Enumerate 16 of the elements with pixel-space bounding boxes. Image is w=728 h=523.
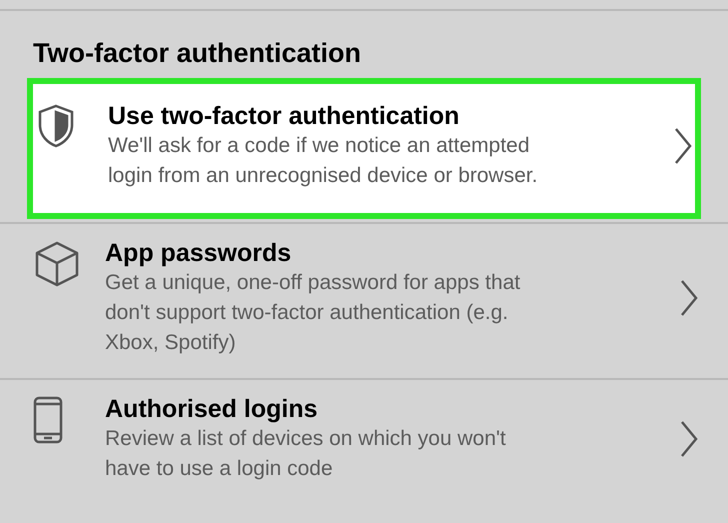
chevron-icon (679, 278, 699, 318)
settings-row[interactable]: Use two-factor authentication We'll ask for a code if we notice an attempted login from an unrecognised device or browser. (27, 78, 701, 219)
shield-icon (36, 103, 76, 149)
row-description: Review a list of devices on which you won't have to use a login code (105, 426, 507, 482)
settings-row[interactable]: App passwords Get a unique, one-off password for apps that don't support two-factor authentication (e.g. Xbox, Spotify) (0, 224, 728, 378)
cube-icon (33, 240, 81, 288)
row-title: Authorised logins (105, 394, 318, 424)
chevron-icon (673, 126, 693, 166)
chevron-icon (679, 419, 699, 459)
row-description: We'll ask for a code if we notice an attempted login from an unrecognised device or browser. (108, 133, 539, 189)
row-description: Get a unique, one-off password for apps that don't support two-factor authentication (e.g. Xbox, Spotify) (105, 270, 522, 356)
section-title: Two-factor authentication (33, 37, 361, 70)
phone-icon (33, 396, 63, 444)
settings-row[interactable]: Authorised logins Review a list of devices on which you won't have to use a login code (0, 380, 728, 504)
row-title: Use two-factor authentication (108, 101, 460, 131)
row-title: App passwords (105, 238, 292, 268)
